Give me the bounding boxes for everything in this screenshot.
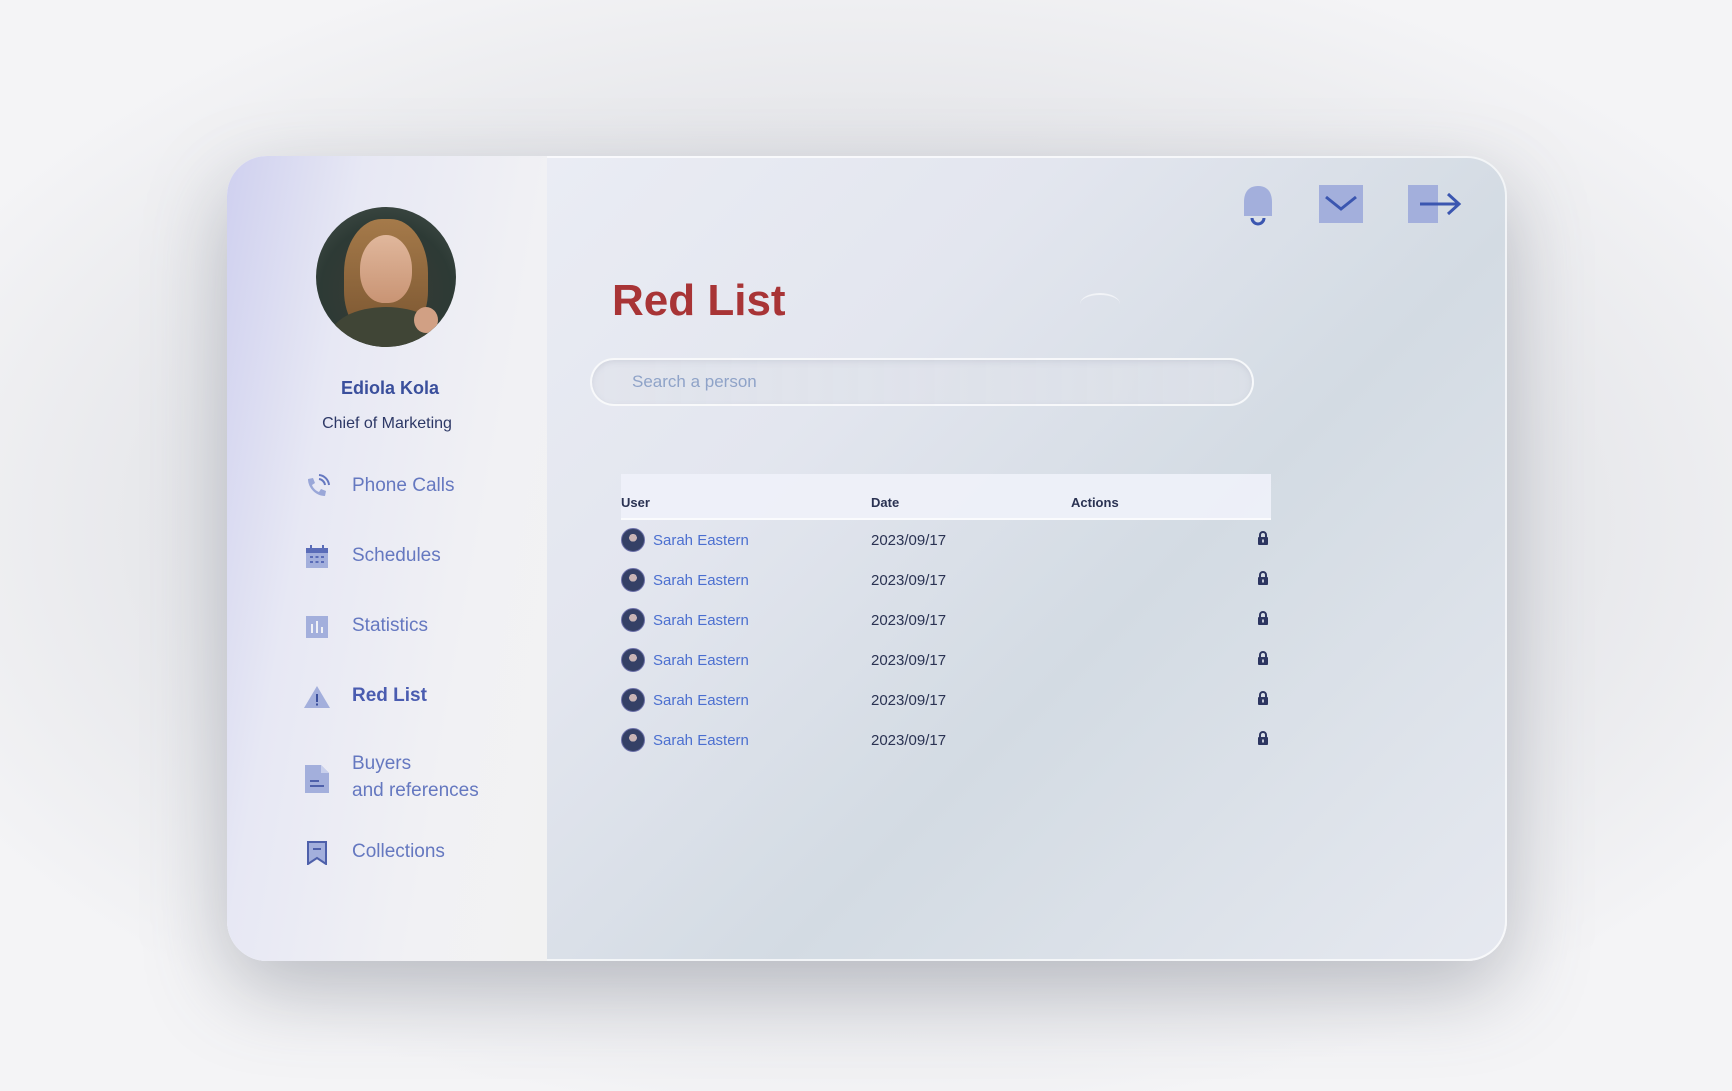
user-link[interactable]: Sarah Eastern (653, 732, 749, 749)
decorative-ring (1080, 293, 1120, 315)
user-cell: Sarah Eastern (621, 648, 871, 672)
search-input[interactable] (590, 358, 1254, 406)
user-link[interactable]: Sarah Eastern (653, 652, 749, 669)
table-row[interactable]: Sarah Eastern 2023/09/17 (621, 680, 1271, 720)
phone-icon (302, 472, 332, 502)
sidebar-item-label: Statistics (352, 615, 429, 636)
bookmark-icon (302, 838, 332, 868)
lock-icon[interactable] (1257, 610, 1269, 630)
profile-role: Chief of Marketing (322, 415, 452, 432)
table-body: Sarah Eastern 2023/09/17 Sarah Eastern 2023… (621, 520, 1271, 760)
column-header-actions: Actions (1071, 494, 1119, 510)
table-row[interactable]: Sarah Eastern 2023/09/17 (621, 560, 1271, 600)
user-cell: Sarah Eastern (621, 568, 871, 592)
sidebar-item-buyers-and-references[interactable]: Buyers and references (302, 750, 479, 804)
lock-icon[interactable] (1257, 730, 1269, 750)
warning-icon (302, 682, 332, 712)
actions-cell (1071, 650, 1271, 670)
user-cell: Sarah Eastern (621, 608, 871, 632)
avatar (621, 608, 645, 632)
date-cell: 2023/09/17 (871, 691, 947, 709)
user-cell: Sarah Eastern (621, 688, 871, 712)
table-row[interactable]: Sarah Eastern 2023/09/17 (621, 720, 1271, 760)
date-cell: 2023/09/17 (871, 611, 947, 629)
red-list-table: User Date Actions Sarah Eastern 2023/09/1… (621, 474, 1271, 760)
profile-name: Ediola Kola (340, 378, 439, 398)
sidebar-item-collections[interactable]: Collections (302, 838, 445, 868)
avatar (621, 528, 645, 552)
page-title: Red List (612, 276, 786, 325)
avatar[interactable] (316, 207, 456, 347)
sidebar-item-label-line1: Buyers (352, 753, 412, 774)
actions-cell (1071, 690, 1271, 710)
table-row[interactable]: Sarah Eastern 2023/09/17 (621, 520, 1271, 560)
column-header-user[interactable]: User (621, 483, 871, 510)
table-header: User Date Actions (621, 474, 1271, 520)
avatar (621, 648, 645, 672)
bar-chart-icon (302, 612, 332, 642)
sidebar-item-schedules[interactable]: Schedules (302, 542, 441, 572)
document-icon (302, 764, 332, 794)
lock-icon[interactable] (1257, 530, 1269, 550)
sidebar-item-label: Collections (352, 841, 445, 862)
actions-cell (1071, 730, 1271, 750)
calendar-icon (302, 542, 332, 572)
avatar (621, 568, 645, 592)
bell-icon[interactable] (1239, 184, 1277, 231)
actions-cell (1071, 570, 1271, 590)
actions-cell (1071, 610, 1271, 630)
sidebar-item-label-line2: and references (352, 780, 479, 801)
lock-icon[interactable] (1257, 570, 1269, 590)
sidebar-item-phone-calls[interactable]: Phone Calls (302, 472, 454, 502)
sidebar-item-label: Red List (352, 685, 427, 706)
sidebar-item-statistics[interactable]: Statistics (302, 612, 428, 642)
user-cell: Sarah Eastern (621, 528, 871, 552)
table-row[interactable]: Sarah Eastern 2023/09/17 (621, 600, 1271, 640)
logout-icon[interactable] (1408, 184, 1462, 229)
sidebar-item-label: Phone Calls (352, 475, 455, 496)
avatar (621, 688, 645, 712)
sidebar-item-red-list[interactable]: Red List (302, 682, 427, 712)
app-window: Ediola Kola Chief of Marketing Phone Cal… (227, 156, 1507, 961)
date-cell: 2023/09/17 (871, 531, 947, 549)
column-header-date[interactable]: Date (871, 483, 1071, 510)
user-link[interactable]: Sarah Eastern (653, 692, 749, 709)
date-cell: 2023/09/17 (871, 651, 947, 669)
user-link[interactable]: Sarah Eastern (653, 612, 749, 629)
table-row[interactable]: Sarah Eastern 2023/09/17 (621, 640, 1271, 680)
date-cell: 2023/09/17 (871, 731, 947, 749)
user-link[interactable]: Sarah Eastern (653, 572, 749, 589)
date-cell: 2023/09/17 (871, 571, 947, 589)
user-cell: Sarah Eastern (621, 728, 871, 752)
sidebar-item-label: Schedules (352, 545, 441, 566)
mail-icon[interactable] (1319, 185, 1363, 228)
sidebar: Ediola Kola Chief of Marketing Phone Cal… (227, 156, 547, 961)
lock-icon[interactable] (1257, 690, 1269, 710)
lock-icon[interactable] (1257, 650, 1269, 670)
avatar (621, 728, 645, 752)
actions-cell (1071, 530, 1271, 550)
user-link[interactable]: Sarah Eastern (653, 532, 749, 549)
